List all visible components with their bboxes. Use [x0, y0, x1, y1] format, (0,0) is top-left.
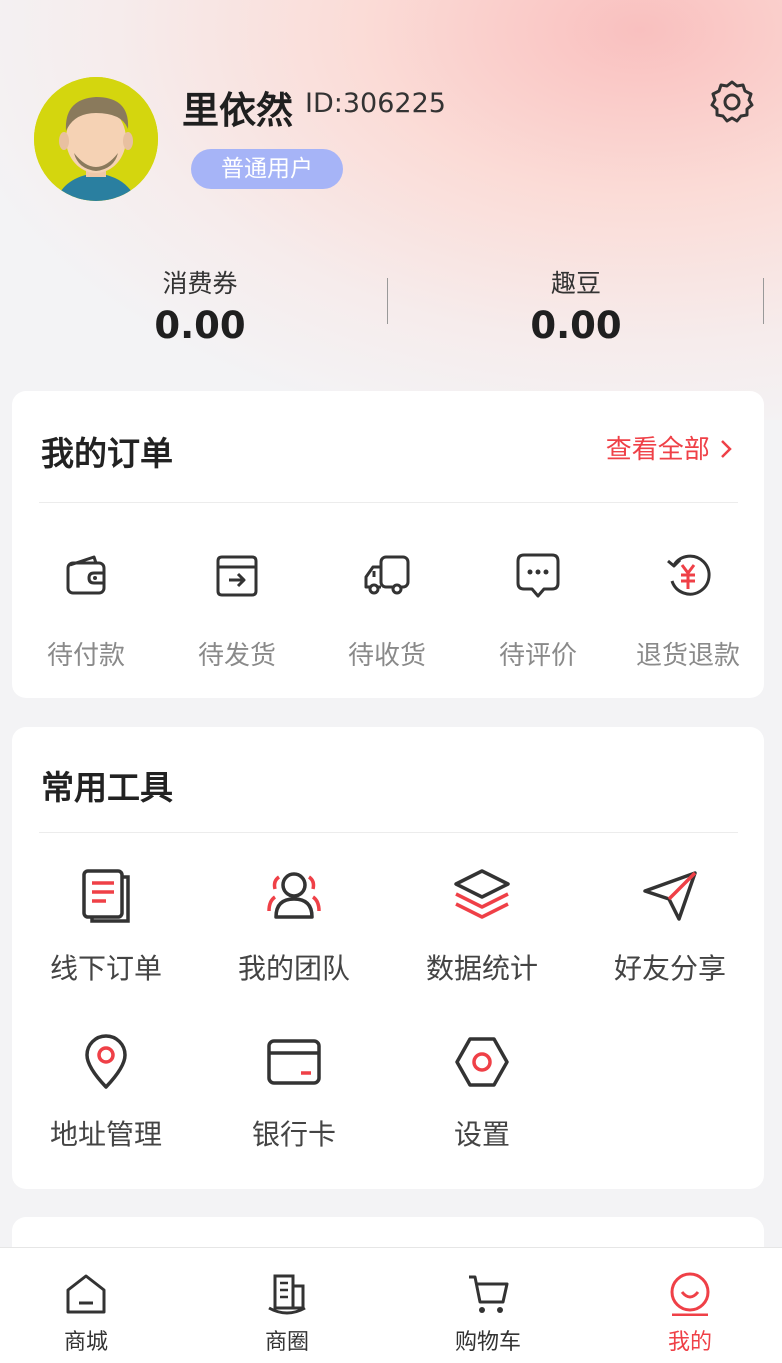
- smile-icon: [670, 1272, 710, 1316]
- send-icon: [643, 871, 697, 921]
- chevron-right-icon: [721, 440, 732, 458]
- tool-data-stats[interactable]: 数据统计: [388, 867, 576, 987]
- tab-business-circle[interactable]: 商圈: [227, 1272, 347, 1356]
- avatar-illustration: [34, 77, 158, 201]
- user-id: ID:306225: [305, 88, 446, 119]
- stat-label-beans: 趣豆: [550, 269, 601, 298]
- building-icon: [268, 1274, 306, 1315]
- cart-icon: [469, 1275, 509, 1313]
- wallet-icon: [66, 555, 106, 595]
- tools-divider: [39, 832, 738, 833]
- card-icon: [267, 1039, 321, 1085]
- username: 里依然: [182, 89, 293, 132]
- layers-icon: [454, 869, 510, 919]
- orders-title: 我的订单: [41, 434, 173, 473]
- tab-label: 商城: [63, 1330, 108, 1355]
- tools-card: 常用工具 线下订单 我的团队 数据统计 好友分享 地址管理 银行卡 设置: [12, 727, 764, 1189]
- location-icon: [85, 1034, 127, 1089]
- hexagon-settings-icon: [455, 1037, 509, 1087]
- tool-settings[interactable]: 设置: [388, 1033, 576, 1153]
- tool-label: 线下订单: [49, 952, 162, 985]
- tool-my-team[interactable]: 我的团队: [200, 867, 388, 987]
- tab-label: 商圈: [264, 1330, 309, 1355]
- refund-icon: [667, 554, 711, 596]
- stat-divider: [387, 278, 388, 324]
- role-badge: 普通用户: [191, 149, 343, 189]
- tab-mine[interactable]: 我的: [630, 1272, 750, 1356]
- tab-mall[interactable]: 商城: [26, 1272, 146, 1356]
- document-icon: [82, 869, 130, 923]
- order-pending-receipt[interactable]: 待收货: [317, 551, 457, 672]
- view-all-label: 查看全部: [605, 435, 710, 465]
- stat-value-beans[interactable]: 0.00: [476, 304, 676, 347]
- stat-divider: [763, 278, 764, 324]
- order-item-label: 待付款: [46, 641, 125, 671]
- tools-title: 常用工具: [41, 768, 173, 807]
- tool-label: 设置: [453, 1118, 510, 1151]
- tab-label: 购物车: [454, 1330, 521, 1355]
- tool-label: 好友分享: [613, 952, 726, 985]
- view-all-orders-link[interactable]: 查看全部: [606, 429, 734, 466]
- gear-icon[interactable]: [708, 78, 756, 126]
- tool-share-friends[interactable]: 好友分享: [576, 867, 764, 987]
- order-item-label: 退货退款: [635, 641, 740, 671]
- bottom-tab-bar: 商城 商圈 购物车 我的: [0, 1247, 782, 1363]
- tool-label: 我的团队: [237, 952, 350, 985]
- comment-icon: [516, 553, 560, 598]
- order-pending-review[interactable]: 待评价: [468, 551, 608, 672]
- avatar[interactable]: [34, 77, 158, 201]
- box-icon: [216, 555, 258, 597]
- tool-address-management[interactable]: 地址管理: [12, 1033, 200, 1153]
- tool-bank-card[interactable]: 银行卡: [200, 1033, 388, 1153]
- tool-label: 银行卡: [251, 1118, 336, 1151]
- order-pending-payment[interactable]: 待付款: [16, 551, 156, 672]
- orders-card: 我的订单 查看全部 待付款 待发货 待收货 待评价 退货退款: [12, 391, 764, 698]
- tab-cart[interactable]: 购物车: [428, 1272, 548, 1356]
- order-pending-shipment[interactable]: 待发货: [167, 551, 307, 672]
- orders-divider: [39, 502, 738, 503]
- tab-label: 我的: [667, 1330, 712, 1355]
- home-icon: [66, 1274, 106, 1314]
- order-item-label: 待评价: [498, 641, 577, 671]
- profile-header-background: [0, 0, 782, 420]
- truck-icon: [364, 555, 410, 595]
- order-refund[interactable]: 退货退款: [618, 551, 758, 672]
- stat-value-coupons[interactable]: 0.00: [100, 304, 300, 347]
- order-item-label: 待发货: [197, 641, 276, 671]
- tool-offline-orders[interactable]: 线下订单: [12, 867, 200, 987]
- tool-label: 数据统计: [425, 952, 538, 985]
- tool-label: 地址管理: [49, 1118, 162, 1151]
- team-icon: [267, 872, 321, 919]
- order-item-label: 待收货: [347, 641, 426, 671]
- stat-label-coupons: 消费券: [162, 269, 238, 298]
